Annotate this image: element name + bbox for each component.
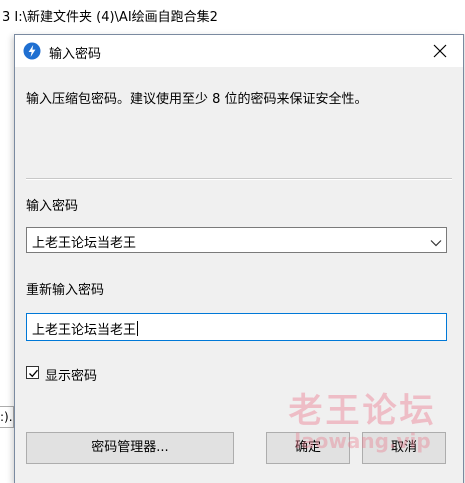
show-password-label[interactable]: 显示密码: [45, 365, 97, 384]
dialog-description: 输入压缩包密码。建议使用至少 8 位的密码来保证安全性。: [26, 92, 368, 107]
lightning-bolt-icon: [23, 42, 41, 60]
chevron-down-icon[interactable]: [430, 236, 442, 251]
password-combobox[interactable]: 上老王论坛当老王: [26, 227, 447, 253]
parent-window-path-bar: 3 I:\新建文件夹 (4)\AI绘画自跑合集2: [0, 0, 465, 34]
text-caret: [137, 321, 139, 336]
parent-window-fragment: ‎:)...: [0, 406, 14, 428]
password-manager-button[interactable]: 密码管理器...: [26, 432, 234, 464]
close-button[interactable]: [417, 35, 463, 67]
title-bar[interactable]: 输入密码: [15, 35, 463, 67]
reenter-password-input[interactable]: 上老王论坛当老王: [26, 313, 447, 341]
parent-path-text: 3 I:\新建文件夹 (4)\AI绘画自跑合集2: [2, 10, 218, 25]
close-icon: [433, 44, 447, 58]
password-dialog: 输入密码 输入压缩包密码。建议使用至少 8 位的密码来保证安全性。 输入密码 上…: [14, 34, 464, 483]
cancel-button[interactable]: 取消: [362, 432, 446, 464]
dialog-title: 输入密码: [49, 47, 102, 62]
reenter-password-value: 上老王论坛当老王: [32, 321, 139, 338]
parent-fragment-text: ‎:)...: [0, 410, 13, 424]
password-value: 上老王论坛当老王: [32, 236, 137, 251]
screen: 3 I:\新建文件夹 (4)\AI绘画自跑合集2 ‎:)... 输入密码 输入压…: [0, 0, 465, 483]
checkbox-box[interactable]: [26, 366, 39, 379]
checkmark-icon: [29, 369, 38, 378]
reenter-password-label: 重新输入密码: [26, 283, 105, 298]
separator: [26, 178, 452, 180]
password-label: 输入密码: [26, 199, 79, 214]
ok-button[interactable]: 确定: [266, 432, 350, 464]
